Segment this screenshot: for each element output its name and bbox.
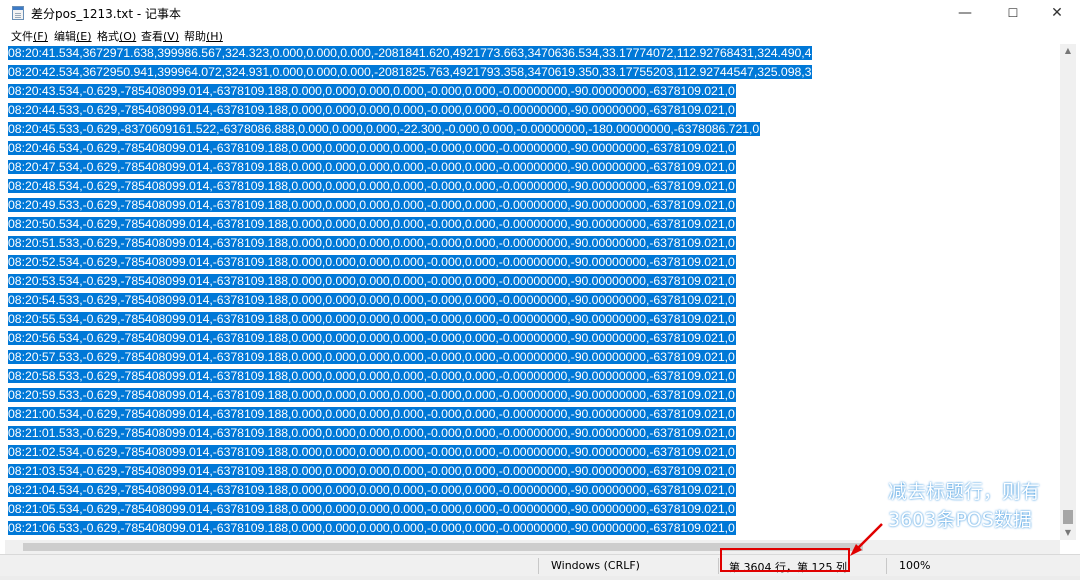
scroll-down-icon[interactable]: ▼ [1060, 526, 1076, 540]
text-line: 08:21:05.534,-0.629,-785408099.014,-6378… [8, 502, 736, 516]
vertical-scroll-thumb[interactable] [1063, 510, 1073, 524]
scroll-up-icon[interactable]: ▲ [1060, 44, 1076, 58]
menu-file-label: 文件 [11, 30, 33, 43]
status-zoom: 100% [899, 559, 931, 572]
text-line: 08:21:03.534,-0.629,-785408099.014,-6378… [8, 464, 736, 478]
annotation-line-1: 减去标题行，则有 [888, 481, 1041, 503]
menu-view[interactable]: 查看(V) [141, 28, 179, 44]
menu-help-label: 帮助 [184, 30, 206, 43]
text-line: 08:21:01.533,-0.629,-785408099.014,-6378… [8, 426, 736, 440]
menu-help[interactable]: 帮助(H) [184, 28, 223, 44]
text-line: 08:20:48.534,-0.629,-785408099.014,-6378… [8, 179, 736, 193]
menu-edit-label: 编辑 [54, 30, 76, 43]
text-line: 08:20:41.534,3672971.638,399986.567,324.… [8, 46, 813, 60]
menu-file-key: (F) [33, 30, 48, 43]
menu-format-label: 格式 [97, 30, 119, 43]
status-separator [718, 558, 719, 574]
status-separator [538, 558, 539, 574]
annotation-arrow-icon [850, 523, 883, 556]
text-line: 08:21:00.534,-0.629,-785408099.014,-6378… [8, 407, 736, 421]
menu-view-label: 查看 [141, 30, 163, 43]
text-line: 08:21:06.533,-0.629,-785408099.014,-6378… [8, 521, 736, 535]
status-separator [886, 558, 887, 574]
menu-format-key: (O) [119, 30, 137, 43]
text-line: 08:20:53.534,-0.629,-785408099.014,-6378… [8, 274, 736, 288]
status-bar: Windows (CRLF) 第 3604 行，第 125 列 100% [0, 554, 1080, 577]
title-bar[interactable]: 差分pos_1213.txt - 记事本 — ☐ ✕ [0, 0, 1080, 26]
menu-edit[interactable]: 编辑(E) [54, 28, 92, 44]
menu-format[interactable]: 格式(O) [97, 28, 136, 44]
text-line: 08:20:58.533,-0.629,-785408099.014,-6378… [8, 369, 736, 383]
text-line: 08:20:52.534,-0.629,-785408099.014,-6378… [8, 255, 736, 269]
notepad-icon [12, 6, 24, 20]
menu-edit-key: (E) [76, 30, 92, 43]
text-line: 08:20:50.534,-0.629,-785408099.014,-6378… [8, 217, 736, 231]
text-line: 08:20:44.533,-0.629,-785408099.014,-6378… [8, 103, 736, 117]
text-line: 08:20:46.534,-0.629,-785408099.014,-6378… [8, 141, 736, 155]
minimize-button[interactable]: — [942, 0, 988, 26]
text-line: 08:20:55.534,-0.629,-785408099.014,-6378… [8, 312, 736, 326]
menu-view-key: (V) [163, 30, 180, 43]
menu-bar: 文件(F) 编辑(E) 格式(O) 查看(V) 帮助(H) [0, 26, 1080, 44]
annotation-highlight-box [720, 548, 850, 572]
annotation-text: 减去标题行，则有 3603条POS数据 [888, 478, 1040, 534]
text-editor[interactable]: 08:20:41.534,3672971.638,399986.567,324.… [5, 44, 1060, 540]
horizontal-scrollbar[interactable] [5, 540, 1060, 554]
text-line: 08:20:56.534,-0.629,-785408099.014,-6378… [8, 331, 736, 345]
text-line: 08:20:47.534,-0.629,-785408099.014,-6378… [8, 160, 736, 174]
text-line: 08:21:04.534,-0.629,-785408099.014,-6378… [8, 483, 736, 497]
annotation-line-2: 3603条POS数据 [888, 509, 1032, 531]
text-line: 08:20:51.533,-0.629,-785408099.014,-6378… [8, 236, 736, 250]
text-line: 08:20:54.533,-0.629,-785408099.014,-6378… [8, 293, 736, 307]
text-line: 08:20:43.534,-0.629,-785408099.014,-6378… [8, 84, 736, 98]
text-line: 08:21:02.534,-0.629,-785408099.014,-6378… [8, 445, 736, 459]
window-title: 差分pos_1213.txt - 记事本 [31, 7, 182, 21]
text-line: 08:20:42.534,3672950.941,399964.072,324.… [8, 65, 813, 79]
status-line-ending: Windows (CRLF) [551, 559, 640, 572]
menu-file[interactable]: 文件(F) [11, 28, 48, 44]
text-line: 08:20:45.533,-0.629,-8370609161.522,-637… [8, 122, 761, 136]
text-line: 08:20:57.533,-0.629,-785408099.014,-6378… [8, 350, 736, 364]
text-line: 08:20:49.533,-0.629,-785408099.014,-6378… [8, 198, 736, 212]
close-button[interactable]: ✕ [1034, 0, 1080, 26]
maximize-button[interactable]: ☐ [990, 0, 1036, 26]
text-line: 08:20:59.533,-0.629,-785408099.014,-6378… [8, 388, 736, 402]
background-window-sliver [0, 576, 1080, 580]
vertical-scrollbar[interactable]: ▲ ▼ [1060, 44, 1076, 540]
menu-help-key: (H) [206, 30, 223, 43]
